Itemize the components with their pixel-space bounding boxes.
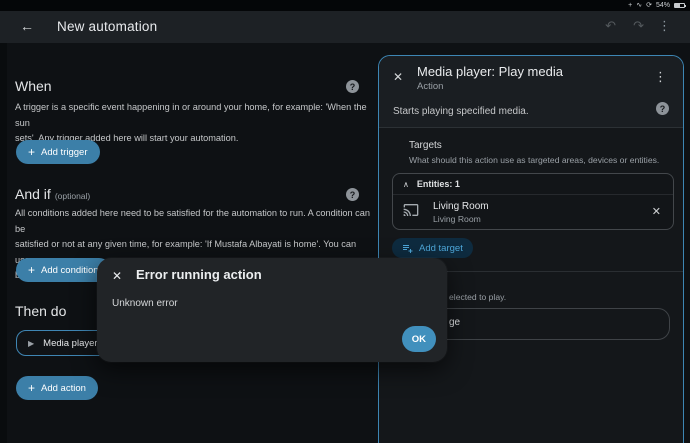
entities-header[interactable]: ∧ Entities: 1 [393, 174, 673, 195]
add-action-button[interactable]: + Add action [16, 376, 98, 400]
dialog-close-icon[interactable]: ✕ [112, 269, 122, 283]
action-card-media-player: ✕ Media player: Play media Action ⋮ Star… [378, 55, 684, 443]
screen: + ∿ ⟳ 54% ← New automation ↶ ↷ ⋮ When ? … [0, 0, 690, 443]
remove-entity-icon[interactable]: ✕ [652, 205, 661, 218]
redo-button[interactable]: ↷ [633, 18, 644, 34]
when-heading: When [15, 78, 52, 94]
plus-icon: + [28, 264, 35, 276]
close-icon[interactable]: ✕ [393, 70, 403, 84]
battery-percent: 54% [656, 1, 670, 10]
play-icon: ▶ [28, 339, 34, 348]
status-icons: + ∿ ⟳ 54% [628, 1, 685, 10]
entity-row: Living Room Living Room ✕ [393, 196, 673, 229]
and-if-description-line1: All conditions added here need to be sat… [15, 206, 373, 237]
media-player-action-label: Media player ' [43, 338, 102, 349]
add-target-label: Add target [419, 243, 463, 254]
plus-icon: + [28, 382, 35, 394]
entities-count-label: Entities: 1 [417, 179, 460, 189]
and-if-optional-label: (optional) [55, 191, 90, 201]
add-trigger-label: Add trigger [41, 147, 87, 158]
playlist-plus-icon [402, 242, 414, 254]
when-description-line1: A trigger is a specific event happening … [15, 100, 373, 131]
entities-box: ∧ Entities: 1 Living Room Living Room ✕ [392, 173, 674, 230]
left-edge-strip [0, 43, 7, 443]
overflow-menu-button[interactable]: ⋮ [658, 18, 671, 34]
app-bar: ← New automation ↶ ↷ ⋮ [0, 11, 690, 43]
action-card-title: Media player: Play media [417, 64, 563, 79]
and-if-help-icon[interactable]: ? [346, 188, 359, 201]
targets-title: Targets [409, 140, 442, 151]
dialog-title: Error running action [136, 267, 262, 282]
and-if-heading: And if (optional) [15, 186, 90, 202]
action-help-icon[interactable]: ? [656, 102, 669, 115]
battery-icon [674, 3, 685, 8]
and-if-title: And if [15, 186, 51, 202]
entity-name: Living Room [433, 201, 489, 212]
cast-icon [403, 202, 419, 218]
plus-icon: + [28, 146, 35, 158]
action-card-menu-button[interactable]: ⋮ [654, 69, 667, 85]
add-trigger-button[interactable]: + Add trigger [16, 140, 100, 164]
add-action-label: Add action [41, 383, 86, 394]
media-field-text-fragment: ge [449, 317, 460, 328]
sync-icon: ⟳ [646, 1, 652, 10]
dialog-ok-button[interactable]: OK [402, 326, 436, 352]
entity-secondary: Living Room [433, 214, 481, 224]
undo-button[interactable]: ↶ [605, 18, 616, 34]
dialog-message: Unknown error [112, 298, 178, 309]
vibrate-icon: ∿ [636, 1, 642, 10]
chevron-up-icon: ∧ [403, 180, 409, 189]
back-button[interactable]: ← [20, 18, 34, 34]
media-description-fragment: elected to play. [449, 292, 506, 302]
add-condition-label: Add condition [41, 265, 99, 276]
action-card-subtitle: Action [417, 81, 443, 92]
error-dialog: ✕ Error running action Unknown error OK [97, 258, 447, 362]
action-card-description: Starts playing specified media. [393, 106, 529, 117]
status-plus-icon: + [628, 1, 632, 10]
targets-description: What should this action use as targeted … [409, 155, 659, 165]
when-help-icon[interactable]: ? [346, 80, 359, 93]
then-do-heading: Then do [15, 303, 66, 319]
status-bar: + ∿ ⟳ 54% [0, 0, 690, 11]
page-title: New automation [57, 19, 157, 34]
add-target-button[interactable]: Add target [392, 238, 473, 258]
